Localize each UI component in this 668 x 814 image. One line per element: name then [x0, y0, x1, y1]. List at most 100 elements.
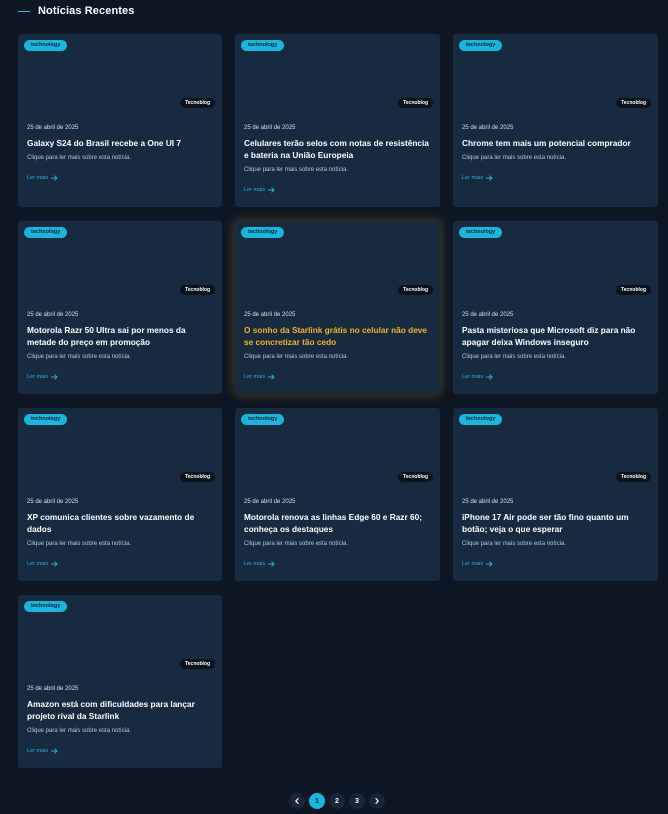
card-title[interactable]: Pasta misteriosa que Microsoft diz para …	[462, 324, 650, 348]
category-badge[interactable]: technology	[24, 227, 68, 238]
card-description: Clique para ler mais sobre esta notícia.	[462, 155, 567, 161]
card-description: Clique para ler mais sobre esta notícia.	[27, 354, 132, 360]
page-button-1[interactable]: 1	[309, 793, 325, 809]
card-description: Clique para ler mais sobre esta notícia.	[462, 541, 567, 547]
card-body: 25 de abril de 2025 Galaxy S24 do Brasil…	[27, 124, 214, 184]
news-card[interactable]: technology Tecnoblog 25 de abril de 2025…	[18, 34, 222, 207]
page-button-3[interactable]: 3	[349, 793, 365, 809]
card-date: 25 de abril de 2025	[244, 312, 296, 318]
card-title[interactable]: Chrome tem mais um potencial comprador	[462, 137, 650, 149]
category-badge[interactable]: technology	[241, 40, 285, 51]
card-title[interactable]: Celulares terão selos com notas de resis…	[244, 137, 432, 161]
card-title[interactable]: iPhone 17 Air pode ser tão fino quanto u…	[462, 511, 650, 535]
card-description: Clique para ler mais sobre esta notícia.	[27, 728, 132, 734]
card-date: 25 de abril de 2025	[27, 312, 79, 318]
card-description: Clique para ler mais sobre esta notícia.	[244, 167, 349, 173]
news-card[interactable]: technology Tecnoblog 25 de abril de 2025…	[453, 408, 658, 581]
next-page-button[interactable]	[369, 793, 385, 809]
source-badge: Tecnoblog	[180, 472, 215, 482]
card-title[interactable]: Motorola renova as linhas Edge 60 e Razr…	[244, 511, 432, 535]
read-more-link[interactable]: Ler mais	[244, 373, 275, 381]
read-more-link[interactable]: Ler mais	[27, 747, 58, 755]
read-more-link[interactable]: Ler mais	[462, 174, 493, 182]
card-date: 25 de abril de 2025	[462, 125, 514, 131]
page-button-2[interactable]: 2	[329, 793, 345, 809]
read-more-label: Ler mais	[27, 561, 49, 567]
source-badge: Tecnoblog	[398, 98, 433, 108]
arrow-right-icon	[486, 374, 493, 380]
news-card[interactable]: technology Tecnoblog 25 de abril de 2025…	[453, 221, 658, 394]
card-body: 25 de abril de 2025 Celulares terão selo…	[244, 124, 432, 196]
read-more-label: Ler mais	[244, 374, 266, 380]
card-body: 25 de abril de 2025 XP comunica clientes…	[27, 498, 214, 570]
news-page: Notícias Recentes technology Tecnoblog 2…	[0, 0, 668, 814]
card-description: Clique para ler mais sobre esta notícia.	[244, 541, 349, 547]
card-date: 25 de abril de 2025	[244, 499, 296, 505]
read-more-link[interactable]: Ler mais	[27, 373, 58, 381]
card-date: 25 de abril de 2025	[462, 312, 514, 318]
source-badge: Tecnoblog	[398, 472, 433, 482]
source-badge: Tecnoblog	[180, 659, 215, 669]
card-description: Clique para ler mais sobre esta notícia.	[244, 354, 349, 360]
read-more-link[interactable]: Ler mais	[462, 560, 493, 568]
pagination: 123	[289, 793, 385, 809]
card-body: 25 de abril de 2025 iPhone 17 Air pode s…	[462, 498, 650, 570]
read-more-label: Ler mais	[244, 561, 266, 567]
card-title[interactable]: O sonho da Starlink grátis no celular nã…	[244, 324, 432, 348]
category-badge[interactable]: technology	[24, 414, 68, 425]
prev-page-button[interactable]	[289, 793, 305, 809]
category-badge[interactable]: technology	[241, 227, 285, 238]
card-description: Clique para ler mais sobre esta notícia.	[27, 155, 132, 161]
read-more-label: Ler mais	[27, 374, 49, 380]
category-badge[interactable]: technology	[459, 227, 503, 238]
section-title: Notícias Recentes	[38, 5, 135, 17]
category-badge[interactable]: technology	[459, 40, 503, 51]
card-body: 25 de abril de 2025 Motorola renova as l…	[244, 498, 432, 570]
read-more-link[interactable]: Ler mais	[244, 186, 275, 194]
card-title[interactable]: XP comunica clientes sobre vazamento de …	[27, 511, 214, 535]
read-more-label: Ler mais	[244, 187, 266, 193]
source-badge: Tecnoblog	[398, 285, 433, 295]
category-badge[interactable]: technology	[24, 601, 68, 612]
read-more-label: Ler mais	[462, 561, 484, 567]
arrow-right-icon	[268, 187, 275, 193]
arrow-right-icon	[486, 561, 493, 567]
source-badge: Tecnoblog	[616, 98, 651, 108]
news-card[interactable]: technology Tecnoblog 25 de abril de 2025…	[18, 221, 222, 394]
card-date: 25 de abril de 2025	[27, 125, 79, 131]
arrow-right-icon	[268, 374, 275, 380]
category-badge[interactable]: technology	[241, 414, 285, 425]
card-body: 25 de abril de 2025 Amazon está com difi…	[27, 685, 214, 757]
read-more-label: Ler mais	[462, 374, 484, 380]
source-badge: Tecnoblog	[616, 472, 651, 482]
section-accent-line	[18, 10, 30, 12]
arrow-right-icon	[51, 374, 58, 380]
read-more-link[interactable]: Ler mais	[462, 373, 493, 381]
category-badge[interactable]: technology	[459, 414, 503, 425]
chevron-right-icon	[373, 797, 381, 805]
read-more-link[interactable]: Ler mais	[244, 560, 275, 568]
card-title[interactable]: Amazon está com dificuldades para lançar…	[27, 698, 214, 722]
card-body: 25 de abril de 2025 Motorola Razr 50 Ult…	[27, 311, 214, 383]
source-badge: Tecnoblog	[180, 98, 215, 108]
card-body: 25 de abril de 2025 O sonho da Starlink …	[244, 311, 432, 383]
card-title[interactable]: Galaxy S24 do Brasil recebe a One UI 7	[27, 137, 214, 149]
arrow-right-icon	[51, 175, 58, 181]
read-more-link[interactable]: Ler mais	[27, 560, 58, 568]
category-badge[interactable]: technology	[24, 40, 68, 51]
news-card[interactable]: technology Tecnoblog 25 de abril de 2025…	[18, 595, 222, 768]
news-card[interactable]: technology Tecnoblog 25 de abril de 2025…	[453, 34, 658, 207]
card-date: 25 de abril de 2025	[27, 499, 79, 505]
chevron-left-icon	[293, 797, 301, 805]
news-card[interactable]: technology Tecnoblog 25 de abril de 2025…	[235, 34, 440, 207]
news-card[interactable]: technology Tecnoblog 25 de abril de 2025…	[18, 408, 222, 581]
card-date: 25 de abril de 2025	[27, 686, 79, 692]
card-body: 25 de abril de 2025 Pasta misteriosa que…	[462, 311, 650, 383]
card-description: Clique para ler mais sobre esta notícia.	[27, 541, 132, 547]
card-date: 25 de abril de 2025	[244, 125, 296, 131]
read-more-label: Ler mais	[27, 748, 49, 754]
read-more-link[interactable]: Ler mais	[27, 174, 58, 182]
news-card[interactable]: technology Tecnoblog 25 de abril de 2025…	[235, 221, 440, 394]
card-title[interactable]: Motorola Razr 50 Ultra sai por menos da …	[27, 324, 214, 348]
news-card[interactable]: technology Tecnoblog 25 de abril de 2025…	[235, 408, 440, 581]
